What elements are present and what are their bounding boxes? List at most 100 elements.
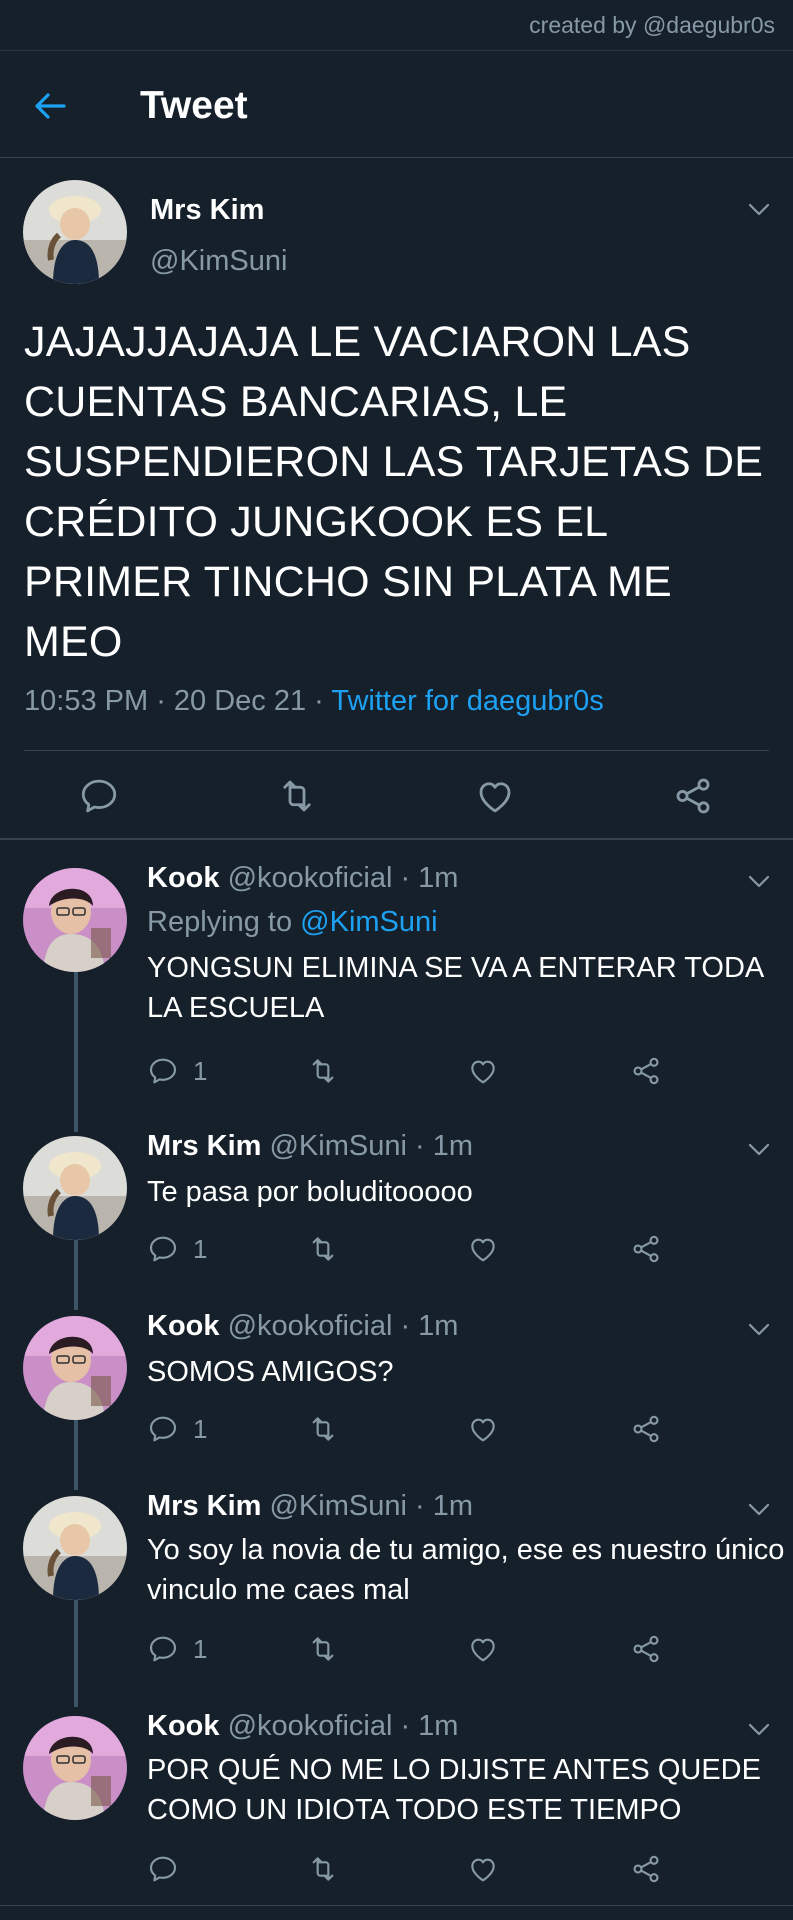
avatar[interactable]: [23, 1716, 127, 1820]
reply-count: 1: [193, 1413, 208, 1444]
tweet-source-link[interactable]: Twitter for daegubr0s: [331, 685, 603, 717]
retweet-icon: [307, 1413, 339, 1445]
tweet-date: 20 Dec 21: [173, 685, 307, 717]
replying-to: Replying to @KimSuni: [147, 906, 438, 939]
mention-link[interactable]: @KimSuni: [300, 906, 437, 938]
author-handle[interactable]: @kookoficial: [228, 862, 393, 894]
tweet-actions: 1: [147, 1412, 667, 1448]
like-icon[interactable]: [474, 775, 516, 817]
reply-tweet[interactable]: Kook @kookoficial · 1m Replying to @KimS…: [0, 840, 793, 1125]
retweet-button[interactable]: [307, 1852, 339, 1886]
author-name[interactable]: Kook: [147, 862, 220, 894]
chevron-down-icon[interactable]: [747, 1722, 771, 1738]
tweet-actions: 1: [147, 1054, 667, 1090]
reply-tweet[interactable]: Mrs Kim @KimSuni · 1m Te pasa por boludi…: [0, 1108, 793, 1288]
reply-count: 1: [193, 1633, 208, 1664]
avatar[interactable]: [23, 868, 127, 972]
tweet-actions: [147, 1852, 667, 1888]
reply-button[interactable]: 1: [147, 1412, 207, 1446]
tweet-actions: 1: [147, 1632, 667, 1668]
like-icon: [467, 1853, 499, 1885]
reply-icon: [147, 1633, 179, 1665]
tweet-time: · 1m: [414, 1490, 473, 1522]
avatar[interactable]: [23, 1316, 127, 1420]
reply-header: Mrs Kim @KimSuni · 1m: [147, 1130, 473, 1163]
share-button[interactable]: [630, 1232, 662, 1266]
tweet-text: YONGSUN ELIMINA SE VA A ENTERAR TODA LA …: [147, 952, 763, 1024]
like-button[interactable]: [467, 1232, 499, 1266]
tweet-text: Te pasa por boluditooooo: [147, 1176, 473, 1208]
replying-prefix: Replying to: [147, 906, 301, 938]
reply-icon: [147, 1853, 179, 1885]
avatar[interactable]: [23, 1496, 127, 1600]
tweet-actions: [0, 775, 793, 825]
reply-header: Kook @kookoficial · 1m: [147, 862, 458, 895]
avatar[interactable]: [23, 180, 127, 284]
reply-button[interactable]: 1: [147, 1054, 207, 1088]
reply-count: 1: [193, 1233, 208, 1264]
share-button[interactable]: [630, 1632, 662, 1666]
chevron-down-icon[interactable]: [747, 202, 771, 218]
retweet-icon[interactable]: [276, 775, 318, 817]
author-handle[interactable]: @KimSuni: [269, 1130, 406, 1162]
retweet-button[interactable]: [307, 1412, 339, 1446]
author-name[interactable]: Mrs Kim: [147, 1130, 261, 1162]
author-handle[interactable]: @KimSuni: [150, 245, 287, 278]
author-name[interactable]: Kook: [147, 1310, 220, 1342]
reply-tweet[interactable]: Kook @kookoficial · 1m POR QUÉ NO ME LO …: [0, 1688, 793, 1903]
like-button[interactable]: [467, 1632, 499, 1666]
share-icon: [630, 1633, 662, 1665]
retweet-button[interactable]: [307, 1632, 339, 1666]
author-handle[interactable]: @KimSuni: [269, 1490, 406, 1522]
author-name[interactable]: Mrs Kim: [147, 1490, 261, 1522]
tweet-time: · 1m: [400, 862, 459, 894]
like-button[interactable]: [467, 1412, 499, 1446]
back-arrow-icon[interactable]: [30, 86, 70, 126]
author-handle[interactable]: @kookoficial: [228, 1710, 393, 1742]
tweet-actions: 1: [147, 1232, 667, 1268]
reply-button[interactable]: [147, 1852, 179, 1886]
author-name[interactable]: Mrs Kim: [150, 194, 264, 227]
like-icon: [467, 1233, 499, 1265]
reply-tweet[interactable]: Mrs Kim @KimSuni · 1m Yo soy la novia de…: [0, 1468, 793, 1688]
share-icon: [630, 1055, 662, 1087]
status-divider: [0, 50, 793, 51]
retweet-icon: [307, 1055, 339, 1087]
author-handle[interactable]: @kookoficial: [228, 1310, 393, 1342]
avatar[interactable]: [23, 1136, 127, 1240]
share-button[interactable]: [630, 1054, 662, 1088]
tweet-time: · 1m: [414, 1130, 473, 1162]
meta-separator: ·: [148, 685, 174, 717]
chevron-down-icon[interactable]: [747, 874, 771, 890]
reply-icon[interactable]: [78, 775, 120, 817]
share-icon: [630, 1413, 662, 1445]
share-icon[interactable]: [672, 775, 714, 817]
reply-icon: [147, 1233, 179, 1265]
divider: [24, 750, 769, 751]
author-name[interactable]: Kook: [147, 1710, 220, 1742]
chevron-down-icon[interactable]: [747, 1322, 771, 1338]
reply-header: Mrs Kim @KimSuni · 1m: [147, 1490, 473, 1523]
share-button[interactable]: [630, 1852, 662, 1886]
share-button[interactable]: [630, 1412, 662, 1446]
reply-button[interactable]: 1: [147, 1232, 207, 1266]
chevron-down-icon[interactable]: [747, 1142, 771, 1158]
retweet-button[interactable]: [307, 1232, 339, 1266]
reply-icon: [147, 1413, 179, 1445]
reply-header: Kook @kookoficial · 1m: [147, 1710, 458, 1743]
retweet-icon: [307, 1233, 339, 1265]
like-button[interactable]: [467, 1852, 499, 1886]
reply-tweet[interactable]: Kook @kookoficial · 1m SOMOS AMIGOS? 1: [0, 1288, 793, 1468]
meta-separator: ·: [306, 685, 332, 717]
tweet-text: POR QUÉ NO ME LO DIJISTE ANTES QUEDE COM…: [147, 1754, 761, 1826]
retweet-button[interactable]: [307, 1054, 339, 1088]
tweet-text: JAJAJJAJAJA LE VACIARON LAS CUENTAS BANC…: [24, 318, 764, 666]
chevron-down-icon[interactable]: [747, 1502, 771, 1518]
tweet-time: 10:53 PM: [24, 685, 149, 717]
share-icon: [630, 1233, 662, 1265]
tweet-text: SOMOS AMIGOS?: [147, 1356, 394, 1388]
like-icon: [467, 1633, 499, 1665]
like-button[interactable]: [467, 1054, 499, 1088]
reply-button[interactable]: 1: [147, 1632, 207, 1666]
top-app-bar: Tweet: [0, 52, 793, 158]
